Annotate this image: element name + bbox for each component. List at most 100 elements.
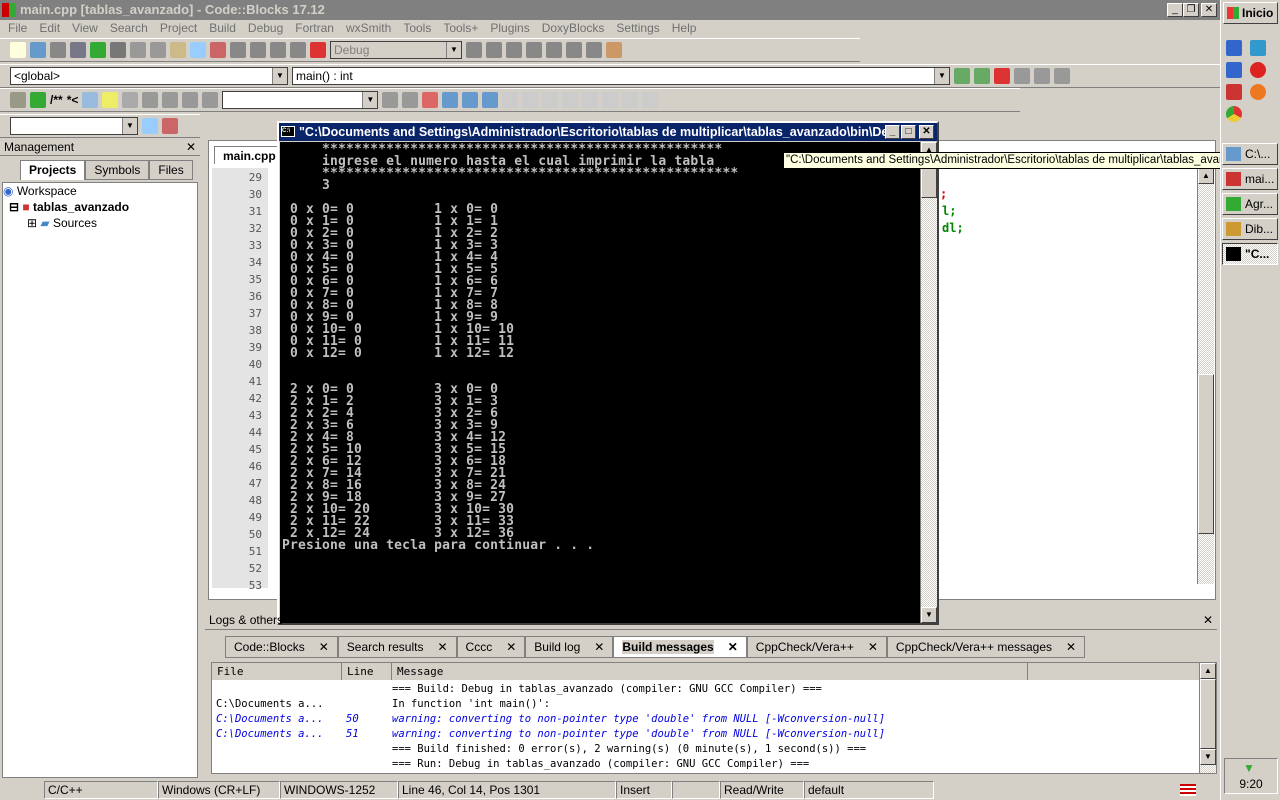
bookmark-icon[interactable] <box>994 68 1010 84</box>
console-scrollbar[interactable]: ▲ ▼ <box>920 142 937 623</box>
menu-fortran[interactable]: Fortran <box>289 20 340 36</box>
tree-item-workspace[interactable]: ◉ Workspace <box>3 183 197 199</box>
opera-icon[interactable] <box>1250 62 1266 78</box>
menu-help[interactable]: Help <box>666 20 703 36</box>
highlight-icon[interactable] <box>422 92 439 108</box>
build-run-icon[interactable] <box>270 42 286 58</box>
doxyblocks-icon[interactable] <box>10 92 26 108</box>
close-icon[interactable]: ✕ <box>305 640 329 654</box>
block-comment-button[interactable]: /** <box>50 93 63 107</box>
menu-project[interactable]: Project <box>154 20 203 36</box>
tree-item-project[interactable]: ⊟ ■ tablas_avanzado <box>3 199 197 215</box>
search-prev-icon[interactable] <box>382 92 399 108</box>
restore-button[interactable]: ❐ <box>1183 3 1199 17</box>
build-target-select[interactable]: Debug ▼ <box>330 41 462 59</box>
back-icon[interactable] <box>954 68 970 84</box>
selected-text-icon[interactable] <box>442 92 459 108</box>
settings-icon[interactable] <box>162 118 178 134</box>
match-case-icon[interactable] <box>462 92 479 108</box>
table-row[interactable]: C:\Documents a... 51 warning: converting t… <box>212 727 1216 742</box>
jump-home-icon[interactable] <box>162 92 179 108</box>
paste-icon[interactable] <box>170 42 186 58</box>
chevron-down-icon[interactable]: ▼ <box>446 42 461 58</box>
expand-icon[interactable]: ⊞ <box>27 216 40 230</box>
scroll-thumb[interactable] <box>1198 374 1214 534</box>
regex-icon[interactable] <box>202 92 219 108</box>
chevron-down-icon[interactable]: ▼ <box>934 68 949 84</box>
forward-icon[interactable] <box>974 68 990 84</box>
close-icon[interactable]: ✕ <box>580 640 604 654</box>
tab-code-blocks[interactable]: Code::Blocks ✕ <box>225 636 338 658</box>
save-all-icon[interactable] <box>70 42 86 58</box>
scroll-thumb[interactable] <box>1200 679 1216 749</box>
tab-build-messages[interactable]: Build messages ✕ <box>613 636 747 658</box>
tab-build-log[interactable]: Build log ✕ <box>525 636 614 658</box>
table-row[interactable]: === Run: Debug in tablas_avanzado (compi… <box>212 757 1216 772</box>
table-row[interactable]: C:\Documents a... In function 'int main()… <box>212 697 1216 712</box>
minimize-button[interactable]: _ <box>1167 3 1183 17</box>
pointer-icon[interactable] <box>502 92 519 108</box>
widget-icon[interactable] <box>522 92 539 108</box>
console-minimize-button[interactable]: _ <box>885 125 900 139</box>
firefox-icon[interactable] <box>1250 84 1266 100</box>
save-icon[interactable] <box>50 42 66 58</box>
menu-settings[interactable]: Settings <box>610 20 665 36</box>
symbol-search-select[interactable]: ▼ <box>10 117 138 135</box>
incremental-search-input[interactable]: ▼ <box>222 91 379 109</box>
stop-icon[interactable] <box>586 42 602 58</box>
chrome-icon[interactable] <box>1226 106 1242 122</box>
scroll-up-icon[interactable]: ▲ <box>1198 168 1214 184</box>
search-icon[interactable] <box>142 118 158 134</box>
zoom-in-icon[interactable] <box>622 92 639 108</box>
tab-main-cpp[interactable]: main.cpp <box>214 146 285 164</box>
jump-back-icon[interactable] <box>142 92 159 108</box>
build-icon[interactable] <box>230 42 246 58</box>
menu-doxyblocks[interactable]: DoxyBlocks <box>536 20 611 36</box>
rebuild-icon[interactable] <box>290 42 306 58</box>
ie-icon[interactable] <box>1226 40 1242 56</box>
menu-view[interactable]: View <box>66 20 104 36</box>
step-out-icon[interactable] <box>546 42 562 58</box>
html-docs-icon[interactable] <box>82 92 99 108</box>
close-icon[interactable]: ✕ <box>423 640 447 654</box>
logs-scrollbar[interactable]: ▲ ▼ <box>1199 663 1216 773</box>
zoom-out-icon[interactable] <box>642 92 659 108</box>
next-bookmark-icon[interactable] <box>1034 68 1050 84</box>
redo-icon[interactable] <box>110 42 126 58</box>
search-next-icon[interactable] <box>402 92 419 108</box>
regex-search-icon[interactable] <box>482 92 499 108</box>
widget-icon[interactable] <box>602 92 619 108</box>
menu-edit[interactable]: Edit <box>33 20 66 36</box>
open-icon[interactable] <box>30 42 46 58</box>
tab-cccc[interactable]: Cccc ✕ <box>456 636 526 658</box>
close-icon[interactable]: ✕ <box>1203 612 1213 628</box>
console-close-button[interactable]: ✕ <box>919 125 934 139</box>
debug-windows-icon[interactable] <box>606 42 622 58</box>
tab-cppcheck-vera-messages[interactable]: CppCheck/Vera++ messages ✕ <box>886 636 1086 658</box>
taskbar-button[interactable]: Dib... <box>1222 218 1278 240</box>
console-window[interactable]: C:\ "C:\Documents and Settings\Administr… <box>277 121 939 625</box>
abort-icon[interactable] <box>310 42 326 58</box>
tab-symbols[interactable]: Symbols <box>85 160 150 180</box>
clear-bookmarks-icon[interactable] <box>1054 68 1070 84</box>
table-row[interactable]: === Build: Debug in tablas_avanzado (com… <box>212 682 1216 697</box>
wrench-icon[interactable] <box>122 92 139 108</box>
widget-icon[interactable] <box>562 92 579 108</box>
close-icon[interactable]: ✕ <box>1052 640 1076 654</box>
clock[interactable]: 9:20 <box>1239 777 1262 791</box>
tab-projects[interactable]: Projects <box>20 160 86 180</box>
copy-icon[interactable] <box>150 42 166 58</box>
menu-debug[interactable]: Debug <box>242 20 289 36</box>
help-icon[interactable] <box>102 92 119 108</box>
console-maximize-button[interactable]: □ <box>901 125 916 139</box>
scope-select[interactable]: <global> ▼ <box>10 67 288 85</box>
debug-icon[interactable] <box>466 42 482 58</box>
tab-cppcheck-vera-[interactable]: CppCheck/Vera++ ✕ <box>746 636 887 658</box>
table-row[interactable]: C:\Documents a... 50 warning: converting t… <box>212 712 1216 727</box>
wifi-icon[interactable]: ▼ <box>1243 761 1255 775</box>
line-comment-button[interactable]: *< <box>67 93 79 107</box>
close-button[interactable]: ✕ <box>1201 3 1217 17</box>
debug-continue-icon[interactable] <box>486 42 502 58</box>
menu-tools[interactable]: Tools+ <box>437 20 484 36</box>
jump-forward-icon[interactable] <box>182 92 199 108</box>
